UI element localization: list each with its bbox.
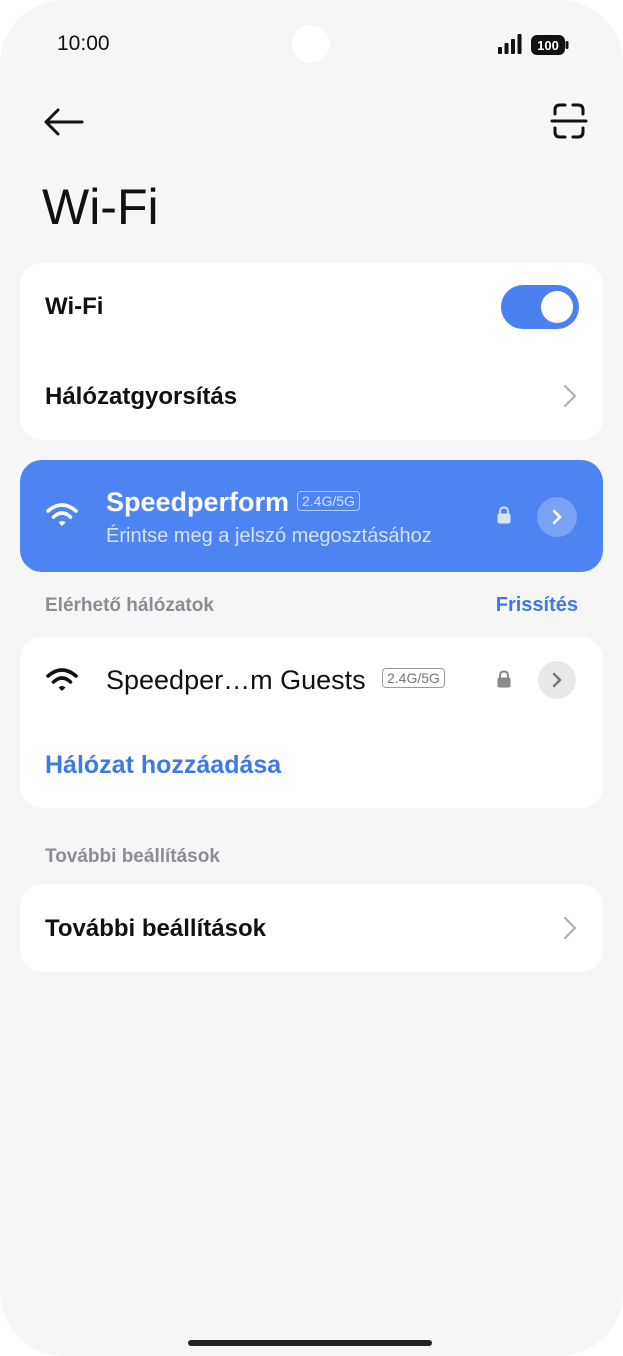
connected-network-details-button[interactable]: [537, 497, 577, 537]
signal-icon: [498, 34, 522, 54]
chevron-right-icon: [563, 384, 577, 408]
more-settings-label: További beállítások: [45, 915, 266, 942]
available-networks-label: Elérhető hálózatok: [45, 595, 214, 616]
chevron-right-icon: [563, 916, 577, 940]
wifi-toggle-row[interactable]: Wi-Fi: [20, 263, 603, 351]
band-badge: 2.4G/5G: [297, 491, 360, 511]
battery-level: 100: [537, 38, 559, 53]
network-acceleration-row[interactable]: Hálózatgyorsítás: [20, 351, 603, 440]
network-item[interactable]: Speedper…m Guests 2.4G/5G: [20, 637, 603, 723]
status-bar: 10:00 100: [0, 0, 623, 90]
battery-icon: 100: [531, 35, 569, 60]
network-name: Speedper…m Guests: [106, 665, 366, 695]
chevron-right-icon: [552, 509, 562, 525]
wifi-signal-icon: [46, 503, 78, 526]
back-arrow-icon: [44, 108, 84, 136]
share-password-hint: Érintse meg a jelszó megosztásához: [106, 525, 432, 547]
toggle-knob: [541, 291, 573, 323]
chevron-right-icon: [552, 672, 562, 688]
phone-screen: 10:00 100 Wi-Fi Wi-Fi Hálózatgyorsítás S…: [0, 0, 623, 1356]
wifi-label: Wi-Fi: [45, 293, 104, 320]
status-time: 10:00: [57, 32, 110, 55]
add-network-button[interactable]: Hálózat hozzáadása: [45, 751, 281, 780]
camera-cutout: [292, 25, 330, 63]
network-details-button[interactable]: [538, 661, 576, 699]
band-badge: 2.4G/5G: [382, 668, 445, 688]
available-networks-card: Speedper…m Guests 2.4G/5G Hálózat hozzáa…: [20, 637, 603, 808]
scan-qr-icon: [550, 103, 588, 139]
connected-network[interactable]: Speedperform 2.4G/5G Érintse meg a jelsz…: [20, 460, 603, 572]
lock-icon: [497, 506, 511, 524]
back-button[interactable]: [38, 100, 90, 144]
wifi-toggle[interactable]: [501, 285, 579, 329]
more-settings-row[interactable]: További beállítások: [20, 884, 603, 972]
connected-network-name: Speedperform: [106, 487, 290, 517]
home-indicator[interactable]: [188, 1340, 432, 1346]
network-acceleration-label: Hálózatgyorsítás: [45, 383, 238, 410]
wifi-settings-card: Wi-Fi Hálózatgyorsítás: [20, 263, 603, 440]
lock-icon: [497, 670, 511, 688]
more-settings-card: További beállítások: [20, 884, 603, 972]
refresh-button[interactable]: Frissítés: [496, 594, 578, 617]
scan-qr-button[interactable]: [544, 98, 594, 144]
page-title: Wi-Fi: [42, 179, 159, 235]
more-settings-section-label: További beállítások: [45, 846, 220, 867]
wifi-signal-icon: [46, 668, 78, 691]
